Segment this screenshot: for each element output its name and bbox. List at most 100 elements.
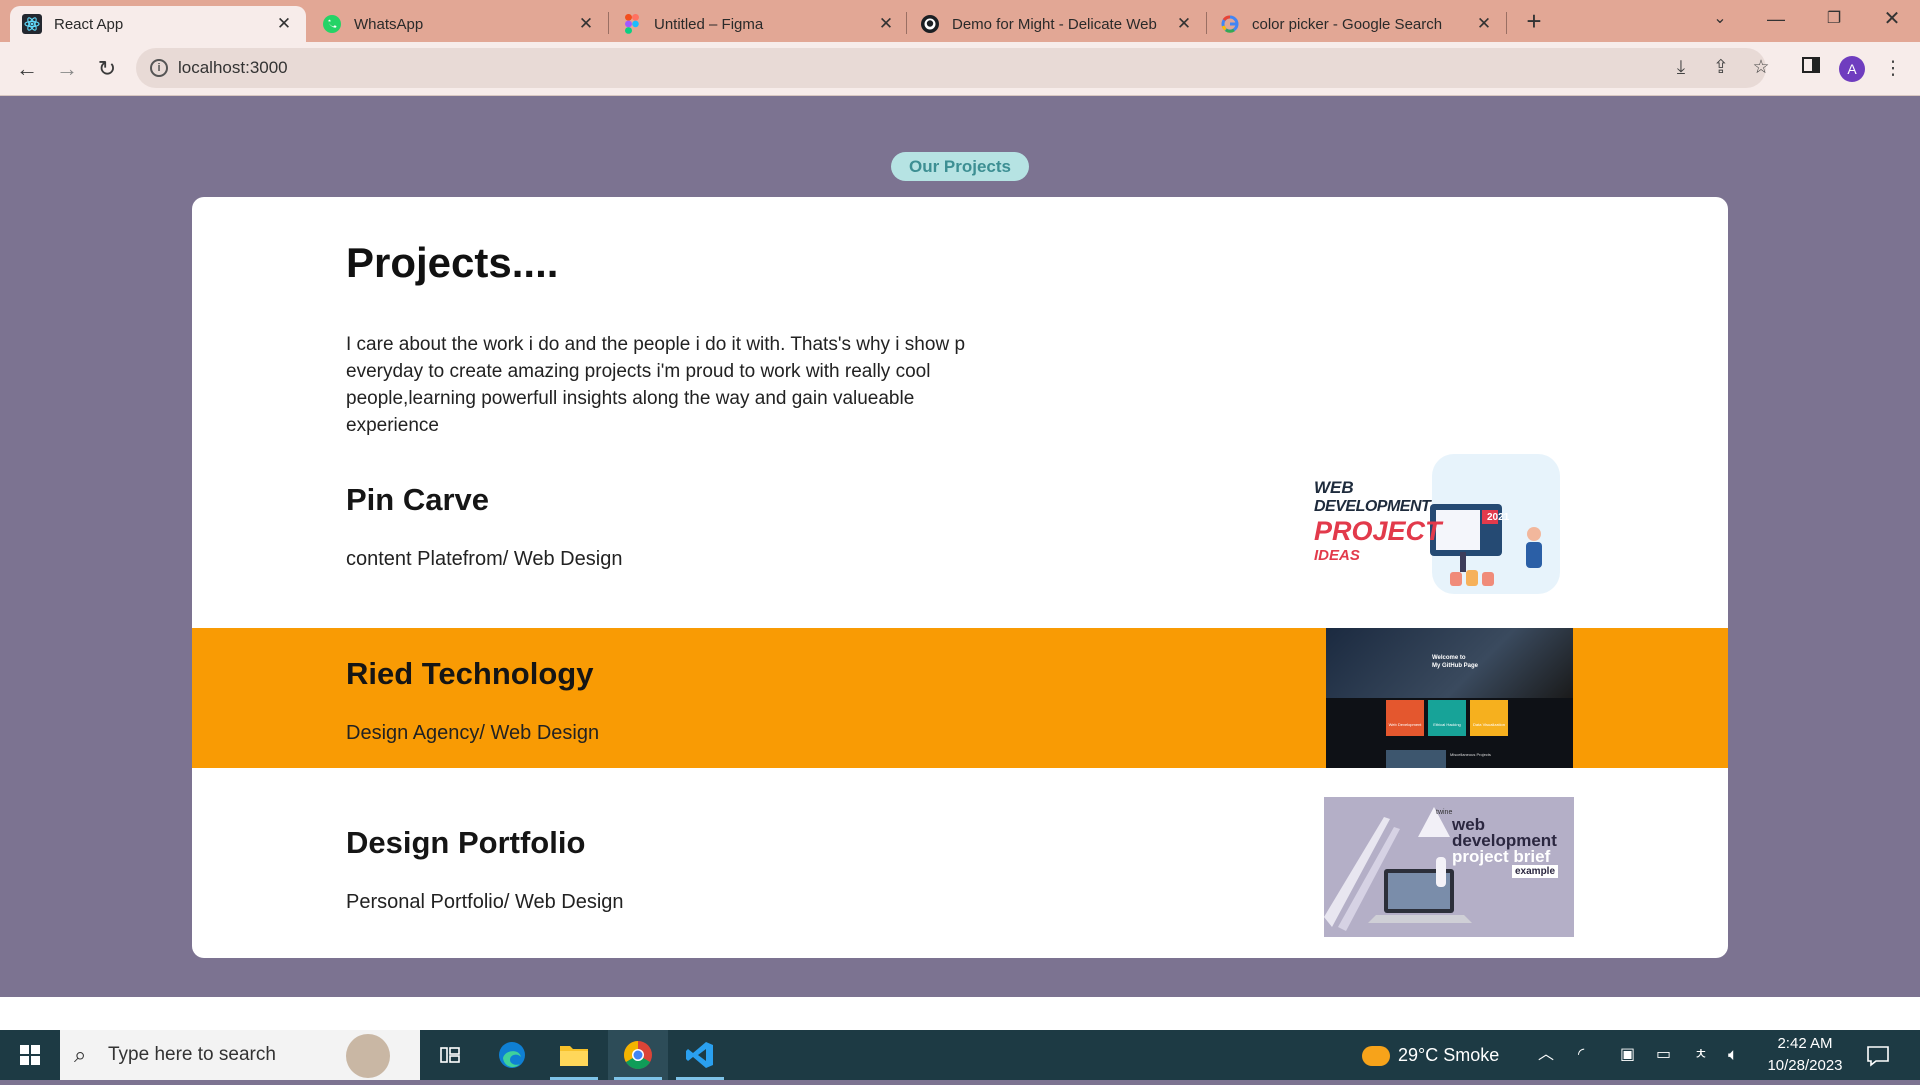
thumb-text: PROJECT <box>1314 516 1442 546</box>
thumb-tile: Ethical Hacking <box>1428 700 1466 736</box>
thumb-tile: Data Visualization <box>1470 700 1508 736</box>
page-viewport: Our Projects Projects.... I care about t… <box>0 97 1920 997</box>
thumb-brand: twine <box>1436 809 1453 816</box>
project-row-pin-carve[interactable]: Pin Carve content Platefrom/ Web Design <box>192 454 1728 594</box>
thumbnail-caption: WEB DEVELOPMENT PROJECT IDEAS <box>1314 478 1442 565</box>
url-text[interactable]: localhost:3000 <box>178 58 288 78</box>
thumb-year: 2021 <box>1487 512 1510 523</box>
tab-title: React App <box>54 15 124 33</box>
tab-divider <box>906 12 907 34</box>
new-tab-button[interactable]: + <box>1518 6 1550 38</box>
start-button[interactable] <box>0 1030 60 1080</box>
tab-divider <box>1506 12 1507 34</box>
project-row-ried-technology[interactable]: Ried Technology Design Agency/ Web Desig… <box>192 628 1728 768</box>
project-thumbnail[interactable]: Welcome to My GitHub Page Web Developmen… <box>1326 628 1573 768</box>
close-icon[interactable]: ✕ <box>576 14 596 34</box>
intro-paragraph: I care about the work i do and the peopl… <box>346 334 966 436</box>
address-toolbar: ← → ↻ i localhost:3000 ⤓ ⇪ ☆ A ⋮ <box>0 42 1920 96</box>
kebab-menu-icon[interactable]: ⋮ <box>1878 54 1908 84</box>
forward-button[interactable]: → <box>50 52 84 86</box>
our-projects-badge: Our Projects <box>891 152 1029 181</box>
site-info-icon[interactable]: i <box>150 59 168 77</box>
search-highlight-icon <box>346 1034 390 1078</box>
thumbnail-caption: web development project brief <box>1452 816 1557 866</box>
tab-whatsapp[interactable]: WhatsApp ✕ <box>310 6 608 42</box>
tab-title: WhatsApp <box>354 15 424 33</box>
profile-avatar[interactable]: A <box>1839 56 1865 82</box>
project-thumbnail[interactable]: WEB DEVELOPMENT PROJECT IDEAS 2021 <box>1310 454 1560 594</box>
tab-google-search[interactable]: color picker - Google Search ✕ <box>1208 6 1506 42</box>
google-icon <box>1220 14 1240 34</box>
restore-button[interactable]: ❐ <box>1806 0 1862 40</box>
clock-time: 2:42 AM <box>1777 1035 1833 1052</box>
chrome-icon[interactable] <box>608 1030 668 1080</box>
install-app-icon[interactable]: ⤓ <box>1666 53 1696 83</box>
search-icon: ⌕ <box>74 1042 87 1067</box>
edge-icon[interactable] <box>482 1030 542 1080</box>
github-icon <box>920 14 940 34</box>
reload-button[interactable]: ↻ <box>90 52 124 86</box>
tab-title: Demo for Might - Delicate Web <box>952 15 1157 33</box>
notification-icon[interactable] <box>1866 1030 1890 1080</box>
project-subtitle: content Platefrom/ Web Design <box>346 548 623 570</box>
page-title: Projects.... <box>346 239 559 286</box>
tab-search-button[interactable]: ⌄ <box>1692 0 1748 40</box>
figma-icon <box>622 14 642 34</box>
close-icon[interactable]: ✕ <box>1174 14 1194 34</box>
wifi-icon[interactable]: ◜ <box>1578 1030 1584 1080</box>
minimize-button[interactable]: — <box>1748 0 1804 40</box>
thumb-text: My GitHub Page <box>1432 663 1479 669</box>
search-placeholder: Type here to search <box>108 1044 276 1065</box>
project-subtitle: Design Agency/ Web Design <box>346 722 600 744</box>
whatsapp-icon <box>322 14 342 34</box>
file-explorer-icon[interactable] <box>544 1030 604 1080</box>
thumb-text: DEVELOPMENT <box>1314 498 1431 515</box>
tab-divider <box>1206 12 1207 34</box>
omnibox[interactable]: i localhost:3000 ⤓ ⇪ ☆ <box>136 48 1770 88</box>
thumb-text: project brief <box>1452 847 1551 866</box>
vscode-icon[interactable] <box>670 1030 730 1080</box>
windows-taskbar: ⌕ Type here to search 29°C Smoke ︿ ◜ ▣ ▭… <box>0 1030 1920 1080</box>
volume-icon[interactable]: 🔈︎ <box>1728 1030 1738 1080</box>
task-view-icon[interactable] <box>420 1030 480 1080</box>
language-icon[interactable]: ㅊ <box>1694 1030 1708 1080</box>
browser-tab-strip: React App ✕ WhatsApp ✕ Untitled – Figma … <box>0 0 1920 42</box>
system-clock[interactable]: 2:42 AM 10/28/2023 <box>1760 1033 1850 1077</box>
weather-text: 29°C Smoke <box>1398 1045 1500 1065</box>
thumb-text: WEB <box>1314 478 1354 497</box>
tab-github-demo[interactable]: Demo for Might - Delicate Web ✕ <box>908 6 1206 42</box>
project-title: Design Portfolio <box>346 825 586 860</box>
thumb-image <box>1386 750 1446 768</box>
project-row-design-portfolio[interactable]: Design Portfolio Personal Portfolio/ Web… <box>192 797 1728 937</box>
tab-divider <box>608 12 609 34</box>
chevron-up-icon[interactable]: ︿ <box>1538 1030 1554 1080</box>
tab-title: Untitled – Figma <box>654 15 764 33</box>
project-thumbnail[interactable]: twine web development project brief exam… <box>1324 797 1574 937</box>
thumb-text: Miscellaneous Projects <box>1450 752 1491 757</box>
clock-date: 10/28/2023 <box>1767 1057 1843 1074</box>
close-icon[interactable]: ✕ <box>274 14 294 34</box>
close-window-button[interactable]: ✕ <box>1864 0 1920 40</box>
display-icon[interactable]: ▭ <box>1656 1030 1671 1080</box>
thumb-hero-text: Welcome to My GitHub Page <box>1432 654 1478 670</box>
weather-widget[interactable]: 29°C Smoke <box>1362 1030 1499 1080</box>
thumb-tile: Web Development <box>1386 700 1424 736</box>
tab-title: color picker - Google Search <box>1252 15 1443 33</box>
close-icon[interactable]: ✕ <box>876 14 896 34</box>
project-title: Pin Carve <box>346 482 490 517</box>
thumb-text: IDEAS <box>1314 547 1360 564</box>
side-panel-icon[interactable] <box>1796 54 1826 84</box>
react-icon <box>22 14 42 34</box>
share-icon[interactable]: ⇪ <box>1706 53 1736 83</box>
close-icon[interactable]: ✕ <box>1474 14 1494 34</box>
meet-now-icon[interactable]: ▣ <box>1620 1030 1635 1080</box>
bookmark-star-icon[interactable]: ☆ <box>1746 53 1776 83</box>
back-button[interactable]: ← <box>10 52 44 86</box>
projects-card: Projects.... I care about the work i do … <box>192 197 1728 958</box>
tab-react-app[interactable]: React App ✕ <box>10 6 306 42</box>
taskbar-search-box[interactable]: ⌕ Type here to search <box>60 1030 420 1080</box>
project-subtitle: Personal Portfolio/ Web Design <box>346 891 624 913</box>
thumb-text: Welcome to <box>1432 655 1466 661</box>
thumb-tag: example <box>1512 865 1559 878</box>
tab-figma[interactable]: Untitled – Figma ✕ <box>610 6 908 42</box>
